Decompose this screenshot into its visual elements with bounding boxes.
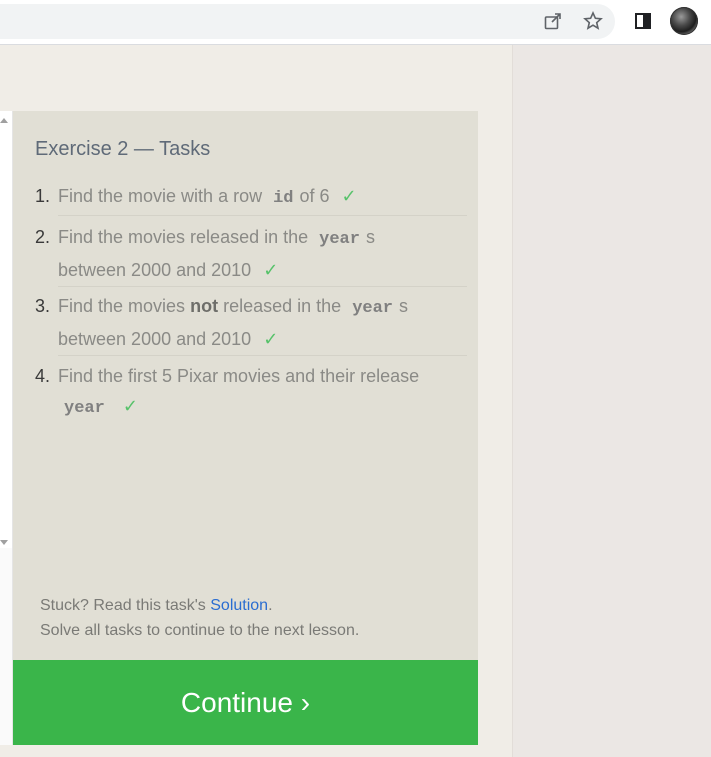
help-text: Stuck? Read this task's Solution. Solve …: [40, 593, 359, 643]
task-emphasis: not: [190, 296, 219, 316]
task-item: 2. Find the movies released in the year s…: [35, 222, 467, 287]
panel-title: Exercise 2 — Tasks: [35, 138, 211, 160]
task-number: 2.: [35, 227, 51, 247]
check-icon: ✓: [122, 396, 138, 416]
task-code: year: [319, 230, 360, 249]
page-footer-gap: [0, 745, 512, 757]
browser-toolbar: [0, 0, 711, 45]
task-number: 4.: [35, 366, 51, 386]
task-text: between 2000 and 2010: [58, 260, 252, 280]
task-text: s: [399, 296, 408, 316]
address-bar[interactable]: [0, 4, 615, 39]
task-code: year: [352, 299, 393, 318]
stuck-prefix: Stuck? Read this task's: [40, 597, 206, 614]
task-text: between 2000 and 2010: [58, 329, 252, 349]
solution-link[interactable]: Solution: [210, 597, 268, 614]
task-item: 1. Find the movie with a row id of 6 ✓: [35, 181, 467, 216]
check-icon: ✓: [341, 186, 357, 206]
task-list: 1. Find the movie with a row id of 6 ✓ 2. …: [35, 181, 467, 421]
share-icon[interactable]: [541, 9, 565, 33]
check-icon: ✓: [263, 260, 279, 280]
task-text: Find the movie with a row: [58, 186, 263, 206]
task-number: 1.: [35, 186, 51, 206]
scroll-track: [0, 548, 12, 745]
side-panel-icon[interactable]: [631, 9, 655, 33]
next-lesson-text: Solve all tasks to continue to the next …: [40, 622, 360, 639]
task-text: s: [365, 227, 375, 247]
star-icon[interactable]: [581, 9, 605, 33]
task-code: id: [273, 189, 294, 208]
task-number: 3.: [35, 296, 51, 316]
task-text: released in the: [223, 296, 342, 316]
task-text: Find the movies released in the: [58, 227, 309, 247]
task-text: Find the movies: [58, 296, 186, 316]
profile-avatar[interactable]: [670, 7, 698, 35]
task-item: 4. Find the first 5 Pixar movies and the…: [35, 361, 467, 421]
task-item: 3. Find the movies not released in the y…: [35, 291, 467, 356]
scroll-up-arrow-icon[interactable]: [0, 118, 8, 123]
check-icon: ✓: [263, 329, 279, 349]
task-panel: Exercise 2 — Tasks 1. Find the movie wit…: [13, 111, 478, 660]
task-text: of 6: [299, 186, 330, 206]
scroll-down-arrow-icon[interactable]: [0, 540, 8, 545]
task-text: Find the first 5 Pixar movies and their …: [58, 366, 420, 386]
stuck-suffix: .: [268, 597, 273, 614]
continue-button[interactable]: Continue ›: [13, 660, 478, 745]
right-pane: [512, 45, 711, 757]
task-code: year: [64, 399, 105, 418]
